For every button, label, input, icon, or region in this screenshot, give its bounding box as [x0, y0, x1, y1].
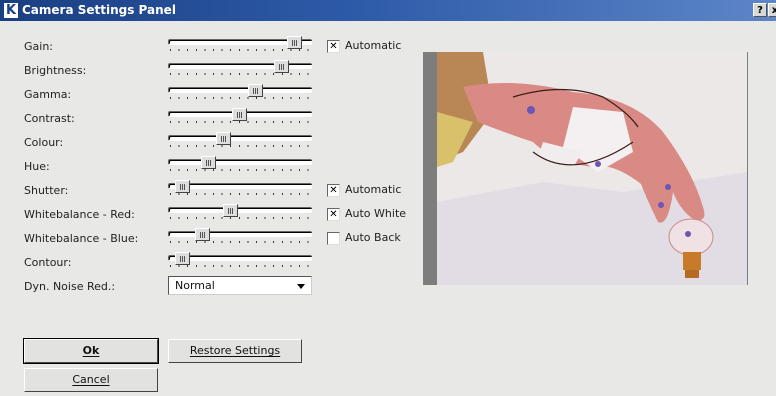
restore-button-label: Restore Settings [189, 344, 281, 357]
ok-button[interactable]: Ok [23, 338, 159, 364]
close-button[interactable]: x [768, 3, 776, 17]
gain-label: Gain: [24, 40, 53, 53]
contour-slider[interactable] [168, 252, 312, 272]
slider-handle[interactable] [175, 252, 191, 265]
cancel-button[interactable]: Cancel [24, 368, 158, 392]
slider-handle[interactable] [248, 84, 264, 97]
slider-handle[interactable] [231, 108, 247, 121]
checkbox-box[interactable] [327, 232, 340, 245]
whitebalance-red-slider[interactable] [168, 204, 312, 224]
slider-handle[interactable] [175, 180, 191, 193]
slider-handle[interactable] [222, 204, 238, 217]
slider-handle[interactable] [286, 36, 302, 49]
checkbox-label: Automatic [345, 183, 402, 196]
gain-slider[interactable] [168, 36, 312, 56]
whitebalance-blue-label: Whitebalance - Blue: [24, 232, 139, 245]
shutter-label: Shutter: [24, 184, 69, 197]
select-value: Normal [175, 279, 215, 292]
contrast-slider[interactable] [168, 108, 312, 128]
brightness-label: Brightness: [24, 64, 87, 77]
cancel-button-label: Cancel [72, 373, 110, 386]
chevron-down-icon[interactable] [297, 284, 305, 289]
camera-preview [423, 52, 748, 285]
hue-label: Hue: [24, 160, 50, 173]
checkbox-box[interactable]: ✕ [327, 184, 340, 197]
noise-reduction-select[interactable]: Normal [168, 276, 312, 295]
hue-slider[interactable] [168, 156, 312, 176]
gamma-label: Gamma: [24, 88, 72, 101]
slider-handle[interactable] [194, 228, 210, 241]
window-title: Camera Settings Panel [22, 3, 176, 17]
whitebalance-blue-slider[interactable] [168, 228, 312, 248]
whitebalance-red-label: Whitebalance - Red: [24, 208, 135, 221]
restore-settings-button[interactable]: Restore Settings [168, 339, 302, 363]
shutter-slider[interactable] [168, 180, 312, 200]
slider-handle[interactable] [273, 60, 289, 73]
checkbox-label: Auto White [345, 207, 407, 220]
help-button[interactable]: ? [753, 3, 767, 17]
brightness-slider[interactable] [168, 60, 312, 80]
contour-label: Contour: [24, 256, 72, 269]
gamma-slider[interactable] [168, 84, 312, 104]
colour-label: Colour: [24, 136, 64, 149]
ok-button-label: Ok [82, 344, 100, 357]
slider-handle[interactable] [216, 132, 232, 145]
camera-feed-icon [423, 52, 748, 285]
slider-handle[interactable] [201, 156, 216, 169]
app-icon: K [4, 3, 18, 18]
contrast-label: Contrast: [24, 112, 75, 125]
colour-slider[interactable] [168, 132, 312, 152]
checkbox-label: Automatic [345, 39, 402, 52]
title-bar: K Camera Settings Panel ? x [0, 0, 776, 21]
noise-reduction-label: Dyn. Noise Red.: [24, 280, 116, 293]
checkbox-box[interactable]: ✕ [327, 208, 340, 221]
checkbox-box[interactable]: ✕ [327, 40, 340, 53]
checkbox-label: Auto Back [345, 231, 401, 244]
